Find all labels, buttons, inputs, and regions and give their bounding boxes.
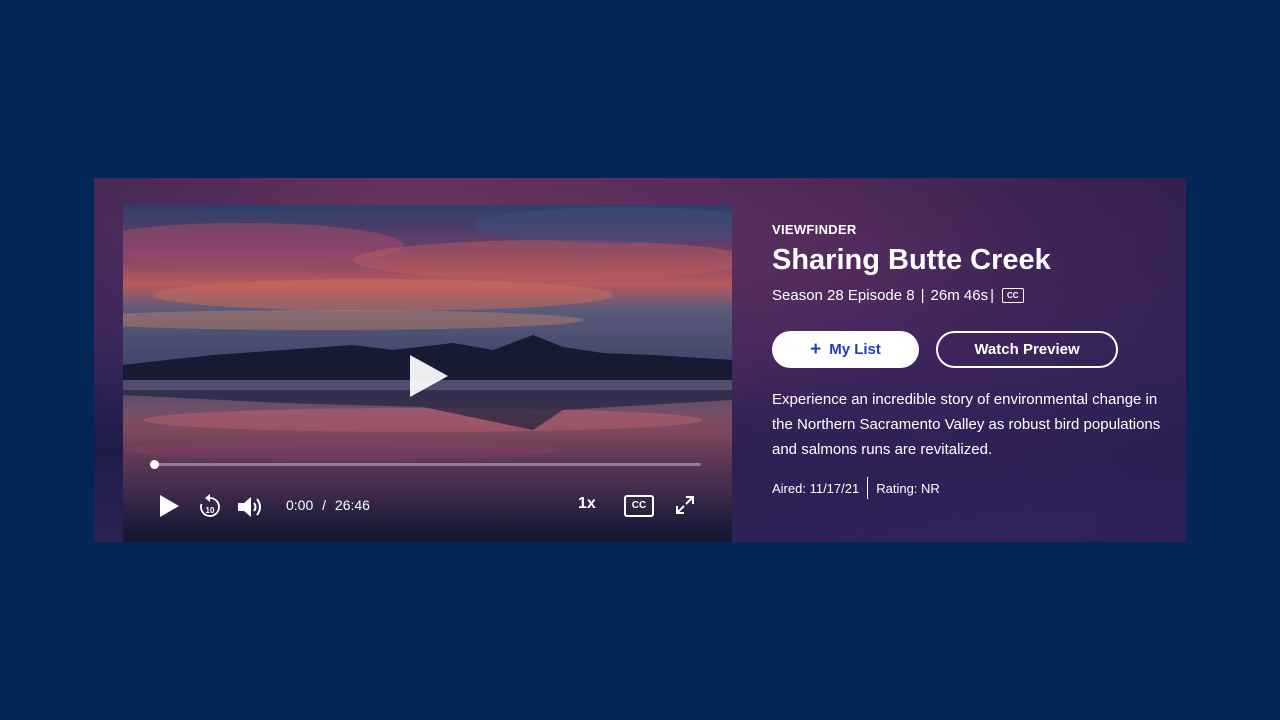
- playback-speed-button[interactable]: 1x: [578, 495, 596, 513]
- controls-gradient: [123, 412, 732, 542]
- episode-card: 10 0:00 / 26:46 1x CC VIEWFINDER Sharing…: [94, 178, 1186, 542]
- progress-handle[interactable]: [150, 460, 159, 469]
- time-separator: /: [322, 497, 327, 513]
- watch-preview-button[interactable]: Watch Preview: [936, 331, 1118, 368]
- volume-icon[interactable]: [237, 495, 265, 519]
- fullscreen-icon[interactable]: [674, 494, 696, 516]
- progress-bar[interactable]: [150, 460, 701, 469]
- rewind-10-label: 10: [206, 506, 215, 515]
- closed-captions-button[interactable]: CC: [624, 495, 654, 517]
- runtime: 26m 46s: [930, 287, 989, 304]
- video-player[interactable]: 10 0:00 / 26:46 1x CC: [123, 205, 732, 542]
- season-episode: Season 28 Episode 8: [772, 287, 915, 304]
- big-play-icon[interactable]: [404, 352, 452, 400]
- action-buttons: + My List Watch Preview: [772, 331, 1172, 368]
- my-list-label: My List: [829, 341, 881, 358]
- rewind-10-icon[interactable]: 10: [198, 494, 222, 520]
- cc-badge: CC: [1001, 288, 1024, 303]
- aired-date: Aired: 11/17/21: [772, 480, 860, 496]
- plus-icon: +: [810, 339, 822, 360]
- meta-separator-2: |: [990, 287, 994, 304]
- play-icon[interactable]: [158, 494, 180, 518]
- rating: Rating: NR: [876, 480, 940, 496]
- episode-info: VIEWFINDER Sharing Butte Creek Season 28…: [772, 222, 1172, 499]
- show-title[interactable]: VIEWFINDER: [772, 222, 1172, 237]
- time-display: 0:00 / 26:46: [286, 497, 370, 513]
- episode-description: Experience an incredible story of enviro…: [772, 391, 1161, 458]
- episode-title: Sharing Butte Creek: [772, 244, 1051, 276]
- duration: 26:46: [334, 497, 370, 513]
- divider: [867, 477, 869, 499]
- meta-separator: |: [920, 287, 925, 304]
- episode-meta: Season 28 Episode 8 | 26m 46s | CC: [772, 287, 1172, 304]
- my-list-button[interactable]: + My List: [772, 331, 919, 368]
- air-rating-info: Aired: 11/17/21 Rating: NR: [772, 477, 1172, 499]
- current-time: 0:00: [286, 497, 314, 513]
